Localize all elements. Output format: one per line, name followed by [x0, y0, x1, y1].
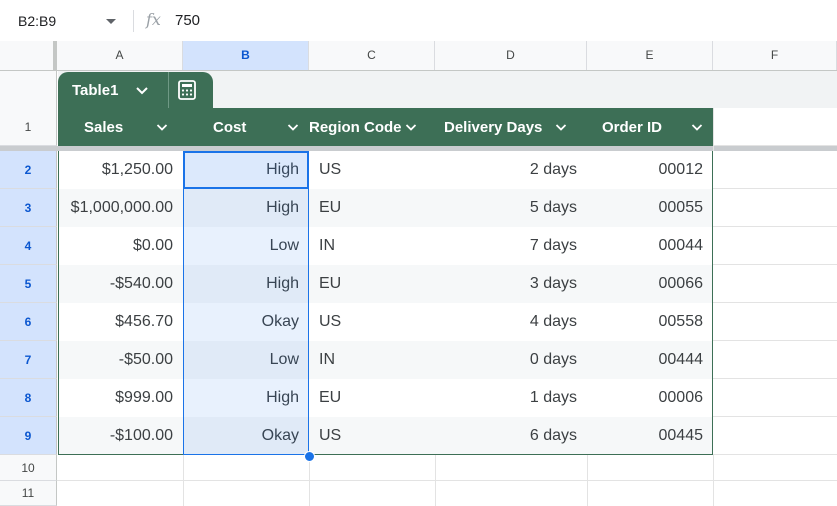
formula-input[interactable]: 750 — [175, 12, 200, 29]
cell-delivery[interactable]: 0 days — [435, 341, 587, 379]
header-sales-label: Sales — [84, 118, 124, 136]
cell-delivery[interactable]: 5 days — [435, 189, 587, 227]
cell-cost[interactable]: Low — [183, 227, 309, 265]
gridline — [713, 416, 837, 417]
cell-region[interactable]: EU — [309, 265, 435, 303]
column-header-d[interactable]: D — [435, 41, 587, 70]
cell-region[interactable]: US — [309, 151, 435, 189]
gridline — [713, 145, 837, 146]
header-cost[interactable]: Cost — [183, 108, 309, 146]
cell-region[interactable]: IN — [309, 227, 435, 265]
row-header-2[interactable]: 2 — [0, 151, 57, 189]
select-all-corner[interactable] — [0, 41, 57, 70]
cell-sales[interactable]: -$50.00 — [58, 341, 183, 379]
cell-sales[interactable]: $0.00 — [58, 227, 183, 265]
gridline — [57, 480, 837, 481]
header-cost-label: Cost — [213, 118, 247, 136]
cell-sales[interactable]: -$100.00 — [58, 417, 183, 455]
cell-delivery[interactable]: 6 days — [435, 417, 587, 455]
row-header-5[interactable]: 5 — [0, 265, 57, 303]
fill-handle[interactable] — [304, 451, 315, 462]
cell-sales[interactable]: $999.00 — [58, 379, 183, 417]
cell-region[interactable]: EU — [309, 379, 435, 417]
cell-order[interactable]: 00558 — [587, 303, 713, 341]
table-name: Table1 — [72, 82, 119, 99]
formula-bar: B2:B9 fx 750 — [0, 0, 837, 42]
chevron-down-icon[interactable] — [690, 120, 704, 134]
name-box[interactable]: B2:B9 — [8, 10, 120, 32]
cell-sales[interactable]: $1,000,000.00 — [58, 189, 183, 227]
cell-delivery[interactable]: 3 days — [435, 265, 587, 303]
column-header-a[interactable]: A — [57, 41, 183, 70]
chevron-down-icon[interactable] — [286, 120, 300, 134]
gridline — [713, 340, 837, 341]
fx-icon: fx — [146, 10, 161, 29]
name-box-value: B2:B9 — [18, 13, 57, 29]
header-delivery-days-label: Delivery Days — [444, 118, 543, 136]
chevron-down-icon[interactable] — [554, 120, 568, 134]
name-box-dropdown-icon[interactable] — [106, 18, 116, 24]
header-delivery-days[interactable]: Delivery Days — [435, 108, 587, 146]
cell-cost[interactable]: High — [183, 379, 309, 417]
cell-order[interactable]: 00012 — [587, 151, 713, 189]
gridline — [713, 378, 837, 379]
cell-order[interactable]: 00055 — [587, 189, 713, 227]
row-header-4[interactable]: 4 — [0, 227, 57, 265]
row-header-10[interactable]: 10 — [0, 455, 57, 481]
cell-order[interactable]: 00066 — [587, 265, 713, 303]
cell-order[interactable]: 00006 — [587, 379, 713, 417]
cell-delivery[interactable]: 2 days — [435, 151, 587, 189]
cell-region[interactable]: US — [309, 303, 435, 341]
gridline — [713, 188, 837, 189]
cell-sales[interactable]: $1,250.00 — [58, 151, 183, 189]
cell-cost[interactable]: Okay — [183, 303, 309, 341]
chevron-down-icon[interactable] — [404, 120, 418, 134]
cell-cost[interactable]: High — [183, 151, 309, 189]
gridline — [713, 264, 837, 265]
cell-order[interactable]: 00445 — [587, 417, 713, 455]
cell-cost[interactable]: High — [183, 265, 309, 303]
cell-sales[interactable]: -$540.00 — [58, 265, 183, 303]
header-region-code[interactable]: Region Code — [309, 108, 435, 146]
gridline — [713, 302, 837, 303]
cell-cost[interactable]: Okay — [183, 417, 309, 455]
row-header-11[interactable]: 11 — [0, 481, 57, 506]
row-header-8[interactable]: 8 — [0, 379, 57, 417]
header-sales[interactable]: Sales — [58, 108, 183, 146]
row-header-7[interactable]: 7 — [0, 341, 57, 379]
column-header-c[interactable]: C — [309, 41, 435, 70]
table-header-row: Sales Cost Region Code Delivery Days Ord… — [58, 108, 713, 146]
row-header-9[interactable]: 9 — [0, 417, 57, 455]
cell-delivery[interactable]: 7 days — [435, 227, 587, 265]
row-header-1[interactable]: 1 — [0, 108, 57, 146]
cell-cost[interactable]: Low — [183, 341, 309, 379]
calculator-icon[interactable] — [176, 79, 198, 101]
header-region-code-label: Region Code — [309, 118, 402, 136]
header-order-id-label: Order ID — [602, 118, 663, 136]
row-header-6[interactable]: 6 — [0, 303, 57, 341]
column-header-f[interactable]: F — [713, 41, 837, 70]
row-header-blank — [0, 71, 57, 108]
cell-order[interactable]: 00444 — [587, 341, 713, 379]
cell-region[interactable]: IN — [309, 341, 435, 379]
gridline — [713, 454, 837, 455]
cell-cost[interactable]: High — [183, 189, 309, 227]
column-header-e[interactable]: E — [587, 41, 713, 70]
cell-region[interactable]: EU — [309, 189, 435, 227]
table-name-chip[interactable]: Table1 — [58, 72, 213, 108]
column-header-b[interactable]: B — [183, 41, 309, 70]
chevron-down-icon[interactable] — [134, 82, 150, 98]
row-header-3[interactable]: 3 — [0, 189, 57, 227]
cell-order[interactable]: 00044 — [587, 227, 713, 265]
column-header-bar: A B C D E F — [0, 41, 837, 71]
table-chip-divider — [168, 72, 169, 108]
cell-delivery[interactable]: 4 days — [435, 303, 587, 341]
cell-delivery[interactable]: 1 days — [435, 379, 587, 417]
chevron-down-icon[interactable] — [155, 120, 169, 134]
cell-region[interactable]: US — [309, 417, 435, 455]
formula-bar-divider — [133, 10, 134, 32]
cell-sales[interactable]: $456.70 — [58, 303, 183, 341]
gridline — [713, 226, 837, 227]
header-order-id[interactable]: Order ID — [587, 108, 713, 146]
